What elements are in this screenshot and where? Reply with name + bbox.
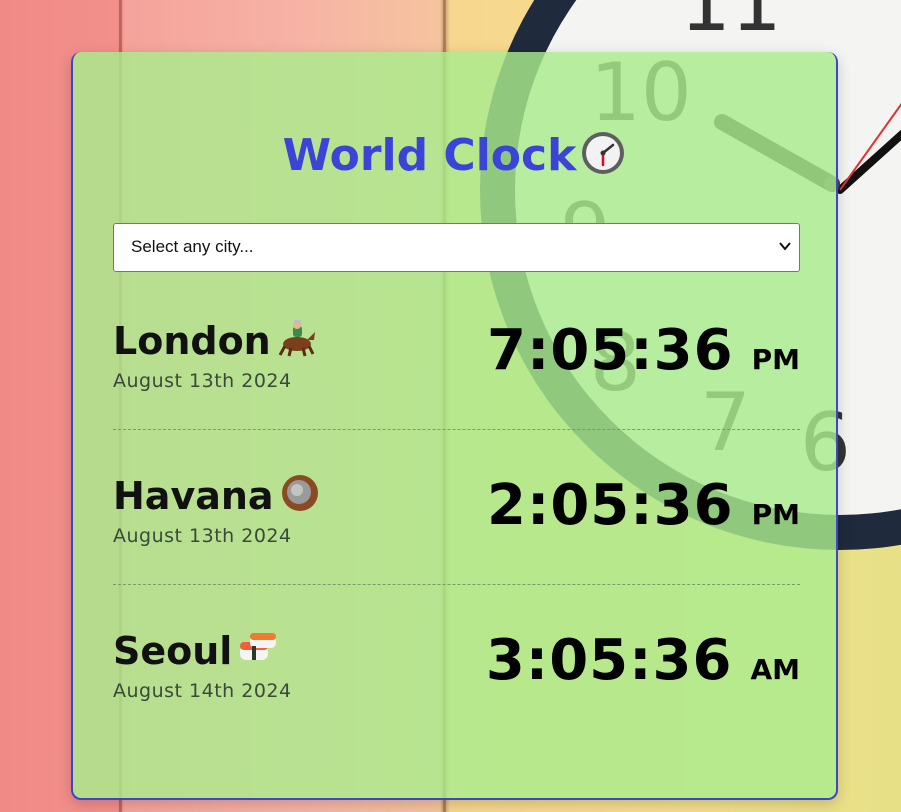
city-name-text: Seoul [113, 629, 233, 673]
city-row-london: London August 13th 2024 7:05:36 PM [113, 294, 800, 430]
time-ampm: AM [750, 653, 800, 686]
city-date: August 14th 2024 [113, 680, 292, 702]
city-name: Seoul [113, 628, 278, 673]
city-name-text: London [113, 319, 271, 363]
city-name-text: Havana [113, 474, 274, 518]
city-select[interactable]: Select any city... [113, 223, 800, 272]
svg-text:11: 11 [680, 0, 782, 49]
time-value: 2:05:36 [486, 473, 734, 538]
horse-racing-icon [278, 320, 315, 357]
city-time: 2:05:36 PM [487, 473, 800, 538]
city-name: London [113, 318, 317, 363]
city-name: Havana [113, 473, 320, 518]
city-date: August 13th 2024 [113, 370, 292, 392]
city-select-placeholder: Select any city... [131, 237, 254, 256]
sushi-icon [240, 633, 277, 660]
time-value: 3:05:36 [485, 628, 733, 693]
clock-icon [582, 132, 625, 174]
coconut-icon [281, 475, 318, 511]
city-date: August 13th 2024 [113, 525, 292, 547]
city-row-seoul: Seoul August 14th 2024 3:05:36 AM [113, 604, 800, 739]
page-title-text: World Clock [282, 130, 577, 181]
time-ampm: PM [751, 343, 800, 376]
city-time: 3:05:36 AM [486, 628, 800, 693]
time-value: 7:05:36 [486, 318, 734, 383]
world-clock-card: World Clock Select any city... London Au… [71, 52, 838, 800]
city-row-havana: Havana August 13th 2024 2:05:36 PM [113, 449, 800, 585]
city-time: 7:05:36 PM [487, 318, 800, 383]
page-title: World Clock [73, 130, 836, 181]
time-ampm: PM [751, 498, 800, 531]
chevron-down-icon [779, 242, 791, 251]
